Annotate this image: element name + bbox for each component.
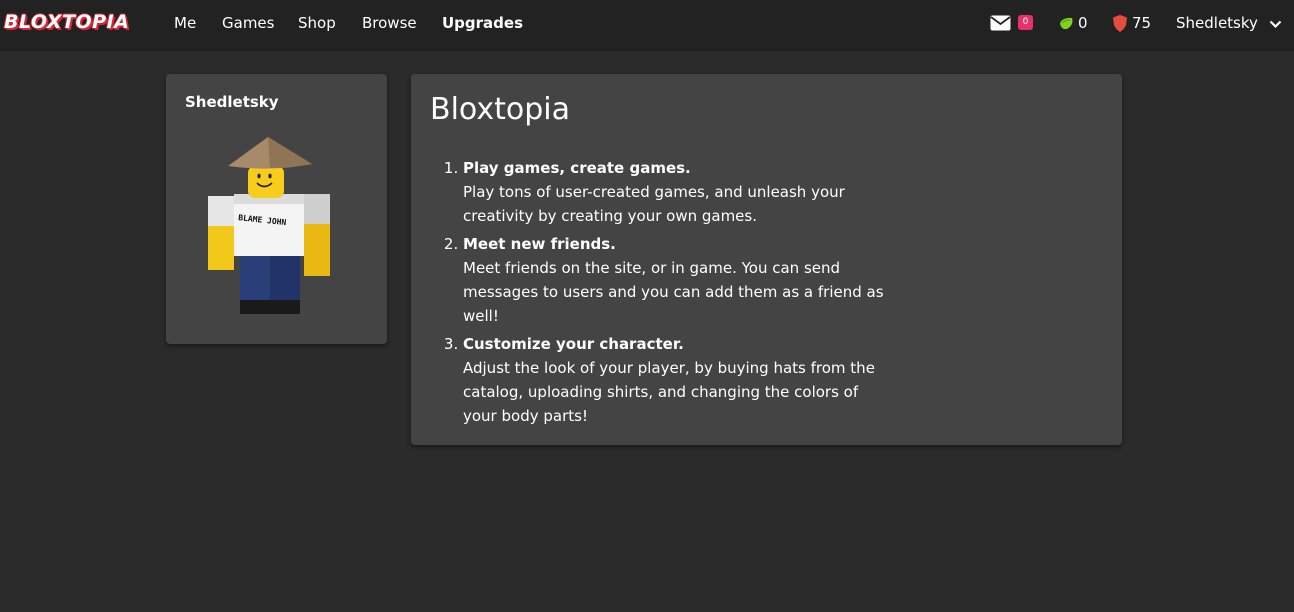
nav-upgrades[interactable]: Upgrades xyxy=(442,14,523,32)
mail-badge[interactable]: 0 xyxy=(1018,15,1033,30)
feature-heading: Meet new friends. xyxy=(463,235,616,253)
feature-description: Play tons of user-created games, and unl… xyxy=(463,183,845,225)
profile-username[interactable]: Shedletsky xyxy=(185,93,279,111)
chevron-down-icon[interactable] xyxy=(1269,20,1282,29)
feature-description: Adjust the look of your player, by buyin… xyxy=(463,359,875,425)
nav-browse[interactable]: Browse xyxy=(362,14,417,32)
profile-card: Shedletsky BLAME JOHN xyxy=(166,74,387,344)
top-navbar: BLOXTOPIA Me Games Shop Browse Upgrades … xyxy=(0,0,1294,51)
list-item: Meet new friends. Meet friends on the si… xyxy=(463,232,893,328)
feature-heading: Customize your character. xyxy=(463,335,684,353)
mail-icon[interactable] xyxy=(990,15,1011,31)
green-currency-amount: 0 xyxy=(1078,14,1088,32)
welcome-card: Bloxtopia Play games, create games. Play… xyxy=(411,74,1122,445)
nav-games[interactable]: Games xyxy=(222,14,274,32)
nav-shop[interactable]: Shop xyxy=(298,14,336,32)
bloxtopia-logo[interactable]: BLOXTOPIA xyxy=(4,11,129,33)
feature-heading: Play games, create games. xyxy=(463,159,691,177)
nav-me[interactable]: Me xyxy=(174,14,196,32)
avatar-image[interactable]: BLAME JOHN xyxy=(206,132,346,322)
red-currency-amount: 75 xyxy=(1132,14,1152,32)
feature-description: Meet friends on the site, or in game. Yo… xyxy=(463,259,884,325)
user-menu-name[interactable]: Shedletsky xyxy=(1176,14,1258,32)
list-item: Customize your character. Adjust the loo… xyxy=(463,332,893,428)
green-gem-icon xyxy=(1060,17,1073,30)
list-item: Play games, create games. Play tons of u… xyxy=(463,156,893,228)
feature-list: Play games, create games. Play tons of u… xyxy=(425,156,893,432)
red-shield-icon xyxy=(1113,15,1127,32)
welcome-title: Bloxtopia xyxy=(430,92,570,127)
